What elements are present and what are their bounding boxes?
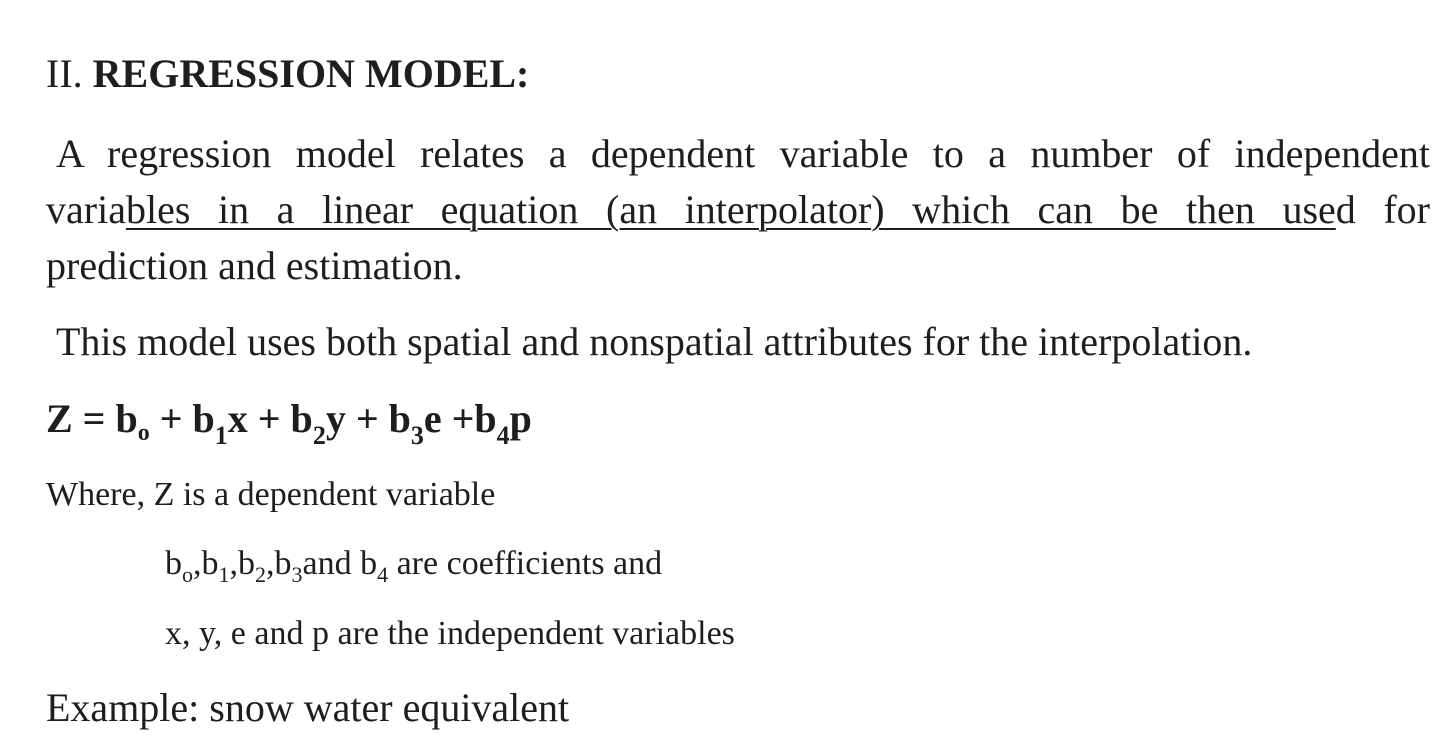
attributes-sentence: This model uses both spatial and nonspat… — [56, 319, 1253, 364]
coef-and-b4: and b — [302, 545, 378, 582]
coef-sub-4: 4 — [377, 562, 389, 587]
example-line: Example: snow water equivalent — [46, 685, 570, 730]
equation-sub-2: 2 — [312, 421, 326, 450]
section-number: II. — [46, 51, 83, 96]
intro-line-1: A regression model relates a dependent v… — [56, 131, 1430, 176]
independent-variables-line: x, y, e and p are the independent variab… — [165, 615, 735, 652]
equation-term-5: p — [509, 396, 532, 441]
intro-line-2-start: varia — [46, 187, 126, 232]
coef-sub-2: 2 — [255, 562, 266, 587]
equation-term-2: x + b — [227, 396, 313, 441]
equation-sub-3: 3 — [410, 421, 424, 450]
section-title: REGRESSION MODEL: — [92, 51, 530, 96]
section-heading: II. REGRESSION MODEL: — [46, 50, 529, 98]
intro-line-2-end: d for — [1335, 187, 1430, 232]
where-line: Where, Z is a dependent variable — [46, 476, 496, 513]
equation-term-3: y + b — [325, 396, 411, 441]
equation-sub-0: o — [137, 420, 150, 446]
coefficients-line: bo,b1,b2,b3and b4 are coefficients and — [165, 542, 662, 586]
equation-sub-1: 1 — [214, 421, 228, 450]
intro-paragraph: A regression model relates a dependent v… — [46, 126, 1430, 294]
coef-b1: ,b — [193, 545, 219, 582]
intro-underlined-text: bles in a linear equation (an interpolat… — [125, 187, 1336, 232]
intro-line-3: prediction and estimation. — [46, 243, 463, 288]
equation-lhs: Z = b — [46, 396, 138, 441]
coef-b0: b — [165, 545, 182, 582]
document-page: II. REGRESSION MODEL: A regression model… — [0, 0, 1452, 750]
regression-equation: Z = bo + b1x + b2y + b3e +b4p — [46, 393, 532, 449]
equation-sub-4: 4 — [496, 421, 510, 450]
coef-b3: ,b — [266, 545, 292, 582]
coef-b2: ,b — [229, 545, 256, 582]
coef-sub-3: 3 — [291, 562, 303, 587]
intro-line-2: variables in a linear equation (an inter… — [46, 182, 1430, 238]
equation-term-4: e +b — [423, 396, 497, 441]
coef-tail: are coefficients and — [388, 545, 663, 582]
coef-sub-0: o — [182, 562, 193, 587]
coef-sub-1: 1 — [218, 562, 230, 587]
equation-term-1: + b — [149, 396, 215, 441]
